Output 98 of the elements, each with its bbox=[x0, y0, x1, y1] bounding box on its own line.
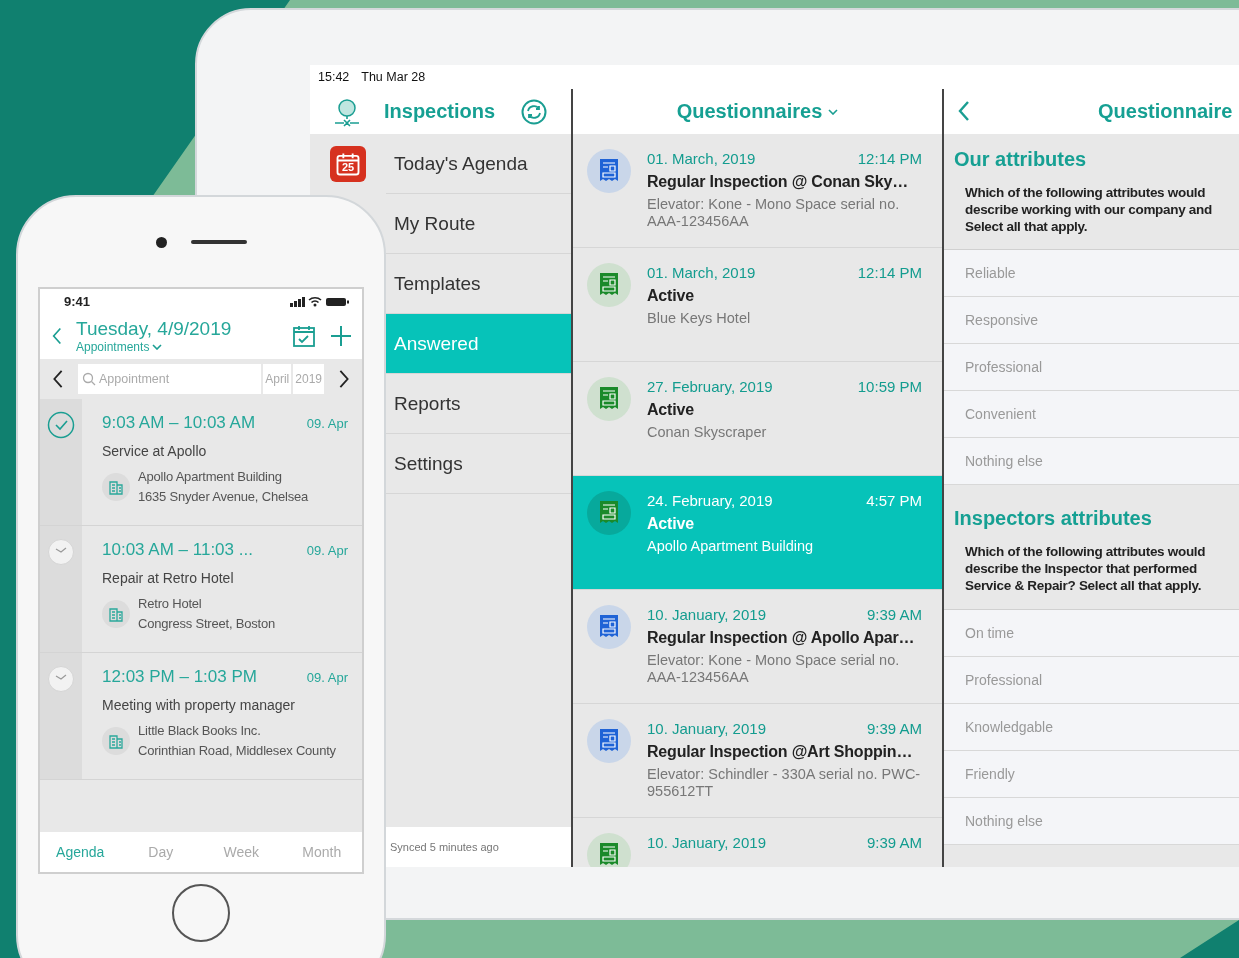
caret-icon bbox=[828, 108, 839, 115]
section-heading: Our attributes bbox=[953, 147, 1088, 171]
view-tab[interactable]: Agenda bbox=[40, 832, 121, 872]
questionnaire-date: 10. January, 2019 bbox=[647, 834, 766, 851]
answer-option[interactable]: Friendly bbox=[944, 751, 1239, 798]
sidebar-item[interactable]: My Route bbox=[386, 194, 571, 254]
appointment-address: 1635 Snyder Avenue, Chelsea bbox=[138, 487, 308, 506]
questionnaire-time: 10:59 PM bbox=[857, 378, 922, 395]
status-time: 15:42 bbox=[318, 70, 350, 84]
answer-option[interactable]: On time bbox=[944, 610, 1239, 657]
questionnaire-item[interactable]: 01. March, 2019 12:14 PM Active Blue Keys Hotel bbox=[573, 248, 942, 362]
questionnaire-time: 9:39 AM bbox=[866, 606, 922, 623]
chevron-right-icon[interactable] bbox=[338, 369, 350, 389]
camera-dot bbox=[155, 236, 167, 248]
answer-option[interactable]: Professional bbox=[944, 344, 1239, 392]
questionnaire-date: 10. January, 2019 bbox=[647, 606, 766, 623]
questionnaire-item[interactable]: 10. January, 2019 9:39 AM bbox=[573, 818, 942, 867]
question-text: Which of the following attributes would describe the Inspector that performed Service & Repair? Select all that apply. bbox=[964, 543, 1207, 596]
chevron-left-icon[interactable] bbox=[52, 369, 64, 389]
section-heading: Inspectors attributes bbox=[953, 507, 1153, 531]
appointment-title: Meeting with property manager bbox=[102, 697, 296, 713]
questionnaire-title: Active bbox=[647, 515, 695, 533]
questionnaire-subtitle: Conan Skyscraper bbox=[647, 424, 768, 441]
questionnaire-title-heading: Questionnaire bbox=[1098, 99, 1233, 123]
back-icon[interactable] bbox=[958, 100, 970, 123]
signal-wifi-battery-icon bbox=[290, 295, 350, 307]
questionnaire-item[interactable]: 24. February, 2019 4:57 PM Active Apollo Apartment Building bbox=[573, 476, 942, 590]
answer-option[interactable]: Convenient bbox=[944, 391, 1239, 439]
appointment-date: 09. Apr bbox=[306, 416, 348, 431]
home-button[interactable] bbox=[172, 884, 230, 942]
back-icon[interactable] bbox=[52, 326, 62, 346]
app-title: Inspections bbox=[384, 100, 496, 123]
month-field[interactable]: April bbox=[263, 364, 292, 394]
appointments-dropdown[interactable]: Appointments bbox=[76, 340, 278, 354]
questionnaire-title: Regular Inspection @ Apollo Apar… bbox=[647, 629, 916, 647]
appointment-address: Corinthian Road, Middlesex County bbox=[138, 741, 336, 760]
view-tab[interactable]: Week bbox=[201, 832, 282, 872]
sync-icon[interactable] bbox=[521, 98, 548, 125]
questionnaire-subtitle: Elevator: Kone - Mono Space serial no. AAA-123456AA bbox=[647, 196, 901, 230]
appointment-item[interactable]: 12:03 PM – 1:03 PM 09. Apr Meeting with property manager Little Black Books Inc. Corinthian Road, Middlesex County bbox=[40, 653, 362, 780]
answer-option[interactable]: Professional bbox=[944, 657, 1239, 704]
appointment-time: 12:03 PM – 1:03 PM bbox=[102, 667, 257, 687]
questionnaire-subtitle: Elevator: Schindler - 330A serial no. PWC-955612TT bbox=[647, 766, 922, 800]
questionnaire-date: 27. February, 2019 bbox=[647, 378, 773, 395]
calendar-check-icon[interactable] bbox=[292, 324, 316, 348]
appointment-title: Service at Apollo bbox=[102, 443, 208, 459]
appointment-item[interactable]: 9:03 AM – 10:03 AM 09. Apr Service at Apollo Apollo Apartment Building 1635 Snyder Avenue, Chelsea bbox=[40, 399, 362, 526]
questionnaire-subtitle: Apollo Apartment Building bbox=[647, 538, 815, 555]
building-icon bbox=[102, 472, 130, 501]
questionnaire-time: 9:39 AM bbox=[866, 720, 922, 737]
questionnaire-subtitle: Blue Keys Hotel bbox=[647, 310, 752, 327]
appointment-place: Retro Hotel bbox=[138, 595, 203, 613]
appointment-place: Apollo Apartment Building bbox=[138, 468, 283, 486]
year-field[interactable]: 2019 bbox=[293, 364, 324, 394]
answer-option[interactable]: Responsive bbox=[944, 297, 1239, 345]
questionnaire-date: 01. March, 2019 bbox=[647, 264, 756, 281]
appointment-time: 9:03 AM – 10:03 AM bbox=[102, 413, 256, 433]
questionnaire-time: 12:14 PM bbox=[857, 264, 922, 281]
view-tab[interactable]: Day bbox=[120, 832, 201, 872]
questionnaire-title: Regular Inspection @ Conan Sky… bbox=[647, 173, 909, 191]
status-date: Thu Mar 28 bbox=[361, 70, 426, 84]
questionnaire-title: Active bbox=[647, 401, 695, 419]
appointment-place: Little Black Books Inc. bbox=[138, 722, 262, 740]
questionnaire-time: 9:39 AM bbox=[866, 834, 922, 851]
questionnaire-item[interactable]: 10. January, 2019 9:39 AM Regular Inspection @ Apollo Apar… Elevator: Kone - Mono Space serial no. AAA-123456AA bbox=[573, 590, 942, 704]
appointment-title: Repair at Retro Hotel bbox=[102, 570, 235, 586]
appointment-date: 09. Apr bbox=[306, 543, 348, 558]
date-title: Tuesday, 4/9/2019 bbox=[76, 318, 233, 340]
questionnaire-date: 24. February, 2019 bbox=[647, 492, 773, 509]
questionnaire-item[interactable]: 10. January, 2019 9:39 AM Regular Inspection @Art Shoppin… Elevator: Schindler - 330A serial no. PWC-955612TT bbox=[573, 704, 942, 818]
appointment-time: 10:03 AM – 11:03 ... bbox=[102, 540, 253, 560]
building-icon bbox=[102, 726, 130, 755]
appointment-date: 09. Apr bbox=[306, 670, 348, 685]
search-field[interactable]: Appointment bbox=[78, 364, 262, 394]
answer-option[interactable]: Knowledgable bbox=[944, 704, 1239, 751]
sidebar-item[interactable]: Today's Agenda bbox=[386, 134, 571, 194]
building-icon bbox=[102, 599, 130, 628]
answer-option[interactable]: Nothing else bbox=[944, 438, 1239, 486]
questionnaire-item[interactable]: 01. March, 2019 12:14 PM Regular Inspection @ Conan Sky… Elevator: Kone - Mono Space serial no. AAA-123456AA bbox=[573, 134, 942, 248]
sidebar-item[interactable]: Answered bbox=[386, 314, 571, 374]
questionnaire-title: Regular Inspection @Art Shoppin… bbox=[647, 743, 914, 761]
questionnaire-time: 4:57 PM bbox=[866, 492, 922, 509]
appointment-item[interactable]: 10:03 AM – 11:03 ... 09. Apr Repair at Retro Hotel Retro Hotel Congress Street, Boston bbox=[40, 526, 362, 653]
questionnaire-subtitle: Elevator: Kone - Mono Space serial no. AAA-123456AA bbox=[647, 652, 901, 686]
questionnaire-date: 10. January, 2019 bbox=[647, 720, 766, 737]
search-icon bbox=[82, 372, 96, 386]
questionnaire-title: Active bbox=[647, 287, 695, 305]
answer-option[interactable]: Nothing else bbox=[944, 798, 1239, 845]
questionnaire-date: 01. March, 2019 bbox=[647, 150, 756, 167]
appointment-address: Congress Street, Boston bbox=[138, 614, 276, 633]
caret-icon bbox=[152, 344, 163, 350]
questionnaire-time: 12:14 PM bbox=[857, 150, 922, 167]
status-time: 9:41 bbox=[64, 293, 91, 309]
speaker-slot bbox=[190, 240, 247, 244]
question-text: Which of the following attributes would describe working with our company and Select all that apply. bbox=[964, 183, 1213, 236]
answer-option[interactable]: Reliable bbox=[944, 250, 1239, 298]
plus-icon[interactable] bbox=[330, 325, 352, 347]
calendar-icon: 25 bbox=[330, 146, 366, 182]
